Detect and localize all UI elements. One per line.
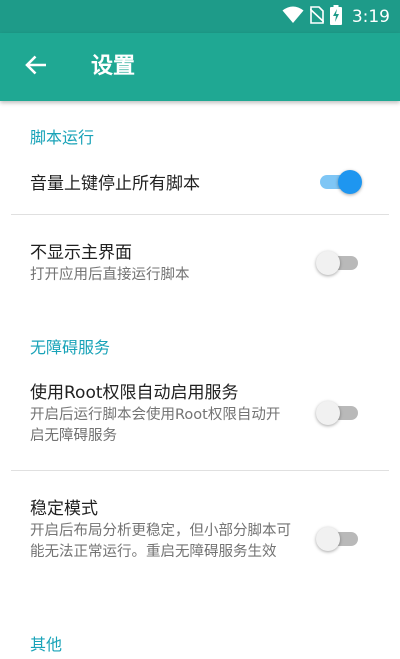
pref-title: 使用Root权限自动启用服务: [30, 383, 239, 403]
pref-title: 稳定模式: [30, 499, 98, 519]
pref-root-auto-enable[interactable]: 使用Root权限自动启用服务 开启后运行脚本会使用Root权限自动开启无障碍服务: [0, 363, 400, 469]
pref-summary: 开启后布局分析更稳定，但小部分脚本可能无法正常运行。重启无障碍服务生效: [30, 523, 291, 560]
volume-key-stop-switch[interactable]: [316, 168, 362, 196]
arrow-back-icon: [25, 55, 47, 79]
switch-thumb: [316, 527, 340, 551]
status-time: 3:19: [351, 6, 390, 27]
pref-summary: 打开应用后直接运行脚本: [30, 267, 190, 283]
section-header-accessibility: 无障碍服务: [30, 338, 111, 357]
switch-thumb: [316, 401, 340, 425]
section-header-script-running: 脚本运行: [30, 128, 95, 147]
status-icons: 3:19: [282, 0, 390, 33]
pref-title: 不显示主界面: [30, 243, 132, 263]
wifi-icon: [282, 6, 304, 28]
pref-summary: 开启后运行脚本会使用Root权限自动开启无障碍服务: [30, 407, 281, 444]
root-auto-enable-switch[interactable]: [316, 399, 362, 427]
pref-stable-mode[interactable]: 稳定模式 开启后布局分析更稳定，但小部分脚本可能无法正常运行。重启无障碍服务生效: [0, 471, 400, 601]
section-header-other: 其他: [30, 635, 63, 654]
status-bar: 3:19: [0, 0, 400, 33]
back-button[interactable]: [14, 45, 58, 89]
pref-volume-key-stop[interactable]: 音量上键停止所有脚本: [0, 156, 400, 214]
page-title: 设置: [91, 54, 136, 79]
switch-thumb: [316, 251, 340, 275]
pref-title: 音量上键停止所有脚本: [30, 174, 200, 194]
switch-thumb: [338, 170, 362, 194]
app-bar: 设置: [0, 33, 400, 101]
pref-hide-main-screen[interactable]: 不显示主界面 打开应用后直接运行脚本: [0, 215, 400, 291]
hide-main-screen-switch[interactable]: [316, 249, 362, 277]
no-sim-icon: [309, 5, 325, 28]
battery-charging-icon: [329, 4, 342, 29]
stable-mode-switch[interactable]: [316, 525, 362, 553]
